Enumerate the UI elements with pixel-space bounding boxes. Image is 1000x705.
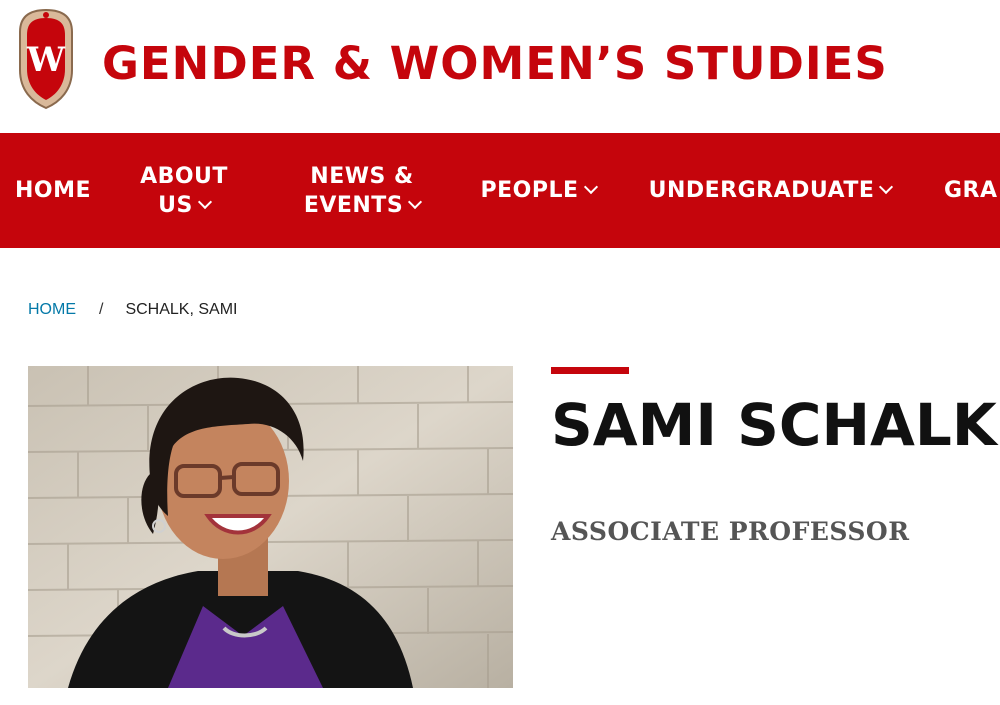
nav-about-us[interactable]: ABOUT US — [132, 133, 236, 248]
nav-undergraduate-label: UNDERGRADUATE — [648, 178, 875, 203]
uw-crest-logo[interactable]: W — [14, 8, 78, 110]
breadcrumb-home-link[interactable]: HOME — [28, 301, 76, 318]
breadcrumb-current: SCHALK, SAMI — [125, 301, 238, 318]
profile-photo-image — [28, 366, 513, 688]
nav-undergraduate[interactable]: UNDERGRADUATE — [644, 133, 896, 248]
profile-photo — [28, 366, 513, 688]
nav-graduate-label: GRA — [944, 178, 998, 203]
nav-news-label-line2: EVENTS — [303, 192, 404, 218]
nav-about-label-line1: ABOUT — [140, 163, 228, 189]
crest-icon: W — [19, 8, 73, 110]
chevron-down-icon — [197, 194, 212, 209]
nav-people-label: PEOPLE — [480, 178, 579, 203]
nav-people[interactable]: PEOPLE — [476, 133, 600, 248]
site-title[interactable]: GENDER & WOMEN’S STUDIES — [102, 36, 888, 92]
chevron-down-icon — [879, 179, 894, 195]
crest-letter: W — [26, 40, 66, 80]
breadcrumb-separator: / — [99, 301, 104, 318]
main-navigation: HOME ABOUT US NEWS & EVENTS PEOPLE UNDER… — [0, 133, 1000, 248]
title-accent-bar — [551, 367, 629, 374]
site-header: W GENDER & WOMEN’S STUDIES — [0, 0, 1000, 133]
chevron-down-icon — [583, 179, 598, 195]
breadcrumb: HOME / SCHALK, SAMI — [28, 301, 237, 319]
profile-title: ASSOCIATE PROFESSOR — [551, 517, 910, 546]
nav-news-events[interactable]: NEWS & EVENTS — [300, 133, 424, 248]
chevron-down-icon — [408, 194, 423, 209]
nav-graduate[interactable]: GRA — [944, 133, 1000, 248]
nav-home-label: HOME — [14, 178, 92, 203]
nav-home[interactable]: HOME — [12, 133, 94, 248]
nav-about-label-line2: US — [158, 192, 193, 218]
nav-news-label-line1: NEWS & — [310, 163, 414, 189]
profile-name: SAMI SCHALK — [551, 391, 997, 459]
